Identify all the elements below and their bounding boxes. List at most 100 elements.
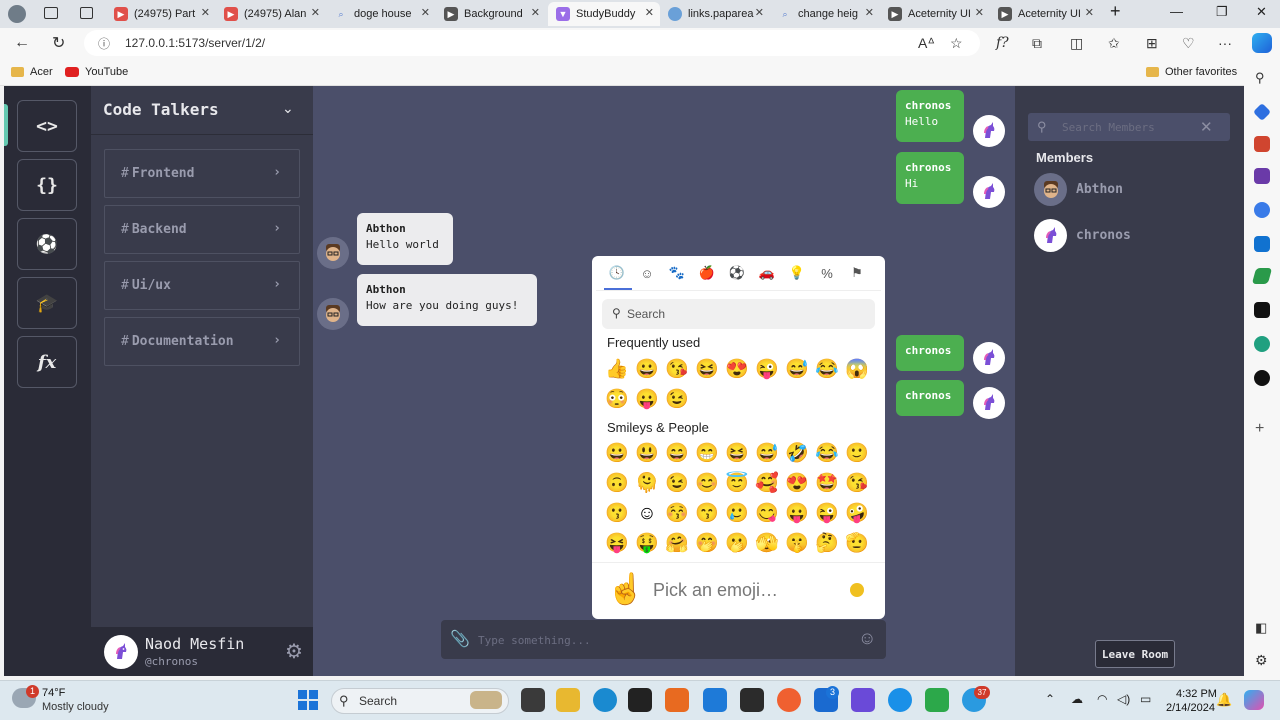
travel-category-icon[interactable]: 🚗	[758, 264, 776, 282]
emoji-button[interactable]: 😆	[725, 442, 749, 466]
emoji-button[interactable]: 😂	[815, 358, 839, 382]
collections-icon[interactable]: ⊞	[1146, 35, 1158, 52]
emoji-button[interactable]: ☺	[635, 502, 659, 526]
favorite-star-icon[interactable]: ☆	[950, 35, 963, 52]
back-icon[interactable]: ←	[14, 34, 30, 52]
channel-uiux[interactable]: # Ui/ux ›	[104, 261, 300, 310]
emoji-button[interactable]: 😛	[785, 502, 809, 526]
emoji-button[interactable]: 🙃	[605, 472, 629, 496]
browser-tab[interactable]: ▶ Aceternity UI ✕	[880, 2, 990, 26]
emoji-button[interactable]: 🤩	[815, 472, 839, 496]
close-icon[interactable]: ✕	[201, 6, 210, 19]
emoji-button[interactable]: 😁	[695, 442, 719, 466]
emoji-button[interactable]: 😝	[605, 532, 629, 556]
emoji-search-input[interactable]	[627, 306, 827, 322]
postman-icon[interactable]	[777, 688, 801, 712]
minimize-icon[interactable]: —	[1170, 4, 1183, 19]
emoji-button[interactable]: 😳	[605, 388, 629, 412]
refresh-icon[interactable]: ↻	[52, 33, 65, 53]
app-icon[interactable]	[1254, 302, 1270, 318]
close-icon[interactable]: ✕	[1085, 6, 1094, 19]
volume-icon[interactable]: ◁)	[1117, 692, 1130, 706]
emoji-button[interactable]: 😆	[695, 358, 719, 382]
chevron-up-icon[interactable]: ⌃	[1045, 692, 1055, 706]
emoji-toggle-icon[interactable]: ☺	[858, 628, 876, 649]
emoji-button[interactable]: 😄	[665, 442, 689, 466]
chevron-down-icon[interactable]: ⌄	[282, 100, 294, 117]
emoji-button[interactable]: 😃	[635, 442, 659, 466]
emoji-button[interactable]: 😊	[695, 472, 719, 496]
channel-documentation[interactable]: # Documentation ›	[104, 317, 300, 366]
clock-date[interactable]: 2/14/2024	[1166, 702, 1215, 714]
emoji-button[interactable]: 😙	[695, 502, 719, 526]
emoji-button[interactable]: 🤣	[785, 442, 809, 466]
split-screen-icon[interactable]: ◫	[1070, 35, 1083, 52]
emoji-button[interactable]: 😗	[605, 502, 629, 526]
sticky-notes-icon[interactable]	[628, 688, 652, 712]
paperclip-icon[interactable]: 📎	[450, 629, 470, 649]
wifi-icon[interactable]: ◠	[1097, 692, 1107, 706]
more-menu-icon[interactable]: ···	[1218, 35, 1232, 51]
emoji-button[interactable]: 🙂	[845, 442, 869, 466]
vscode-icon[interactable]	[703, 688, 727, 712]
member-item[interactable]: chronos	[1034, 219, 1131, 252]
windows-start-icon[interactable]	[298, 690, 318, 710]
animal-category-icon[interactable]: 🐾	[668, 264, 686, 282]
emoji-button[interactable]: 😚	[665, 502, 689, 526]
message-input[interactable]	[478, 633, 838, 647]
tab-actions-icon[interactable]	[80, 7, 93, 19]
browser-tab[interactable]: ⌕ change heig ✕	[770, 2, 880, 26]
symbols-category-icon[interactable]: %	[818, 264, 836, 282]
clock-time[interactable]: 4:32 PM	[1176, 688, 1217, 700]
member-item[interactable]: Abthon	[1034, 173, 1123, 206]
smiley-category-icon[interactable]: ☺	[638, 264, 656, 282]
emoji-button[interactable]: 🤔	[815, 532, 839, 556]
bell-icon[interactable]: 🔔	[1216, 692, 1232, 708]
search-icon[interactable]: ⚲	[1255, 70, 1265, 86]
emoji-button[interactable]: 🥰	[755, 472, 779, 496]
emoji-button[interactable]: 🤗	[665, 532, 689, 556]
edge-icon[interactable]	[593, 688, 617, 712]
add-icon[interactable]: +	[1255, 420, 1264, 438]
close-window-icon[interactable]: ✕	[1256, 4, 1267, 20]
browser-tab[interactable]: links.paparea ✕	[660, 2, 770, 26]
sidebar-toggle-icon[interactable]: ◧	[1255, 620, 1267, 636]
server-button-braces[interactable]: {}	[17, 159, 77, 211]
emoji-button[interactable]: 🫣	[755, 532, 779, 556]
server-title[interactable]: Code Talkers	[103, 100, 219, 119]
browser-essentials-icon[interactable]: ♡	[1182, 35, 1195, 52]
close-icon[interactable]: ✕	[421, 6, 430, 19]
server-button-education[interactable]: 🎓	[17, 277, 77, 329]
weather-description[interactable]: Mostly cloudy	[42, 701, 109, 713]
node-icon[interactable]	[925, 688, 949, 712]
emoji-button[interactable]: 🤪	[845, 502, 869, 526]
food-category-icon[interactable]: 🍎	[698, 264, 716, 282]
browser-tab-active[interactable]: ▼ StudyBuddy ✕	[548, 2, 660, 26]
copilot-sidebar-icon[interactable]	[1254, 202, 1270, 218]
close-icon[interactable]: ✕	[645, 6, 654, 19]
emoji-button[interactable]: 😅	[755, 442, 779, 466]
emoji-button[interactable]: 😜	[815, 502, 839, 526]
terminal-icon[interactable]	[740, 688, 764, 712]
emoji-button[interactable]: 😉	[665, 472, 689, 496]
gear-icon[interactable]: ⚙	[285, 639, 303, 664]
server-button-sports[interactable]: ⚽	[17, 218, 77, 270]
member-search-input[interactable]	[1062, 120, 1192, 134]
notion-icon[interactable]	[1254, 370, 1270, 386]
emoji-button[interactable]: 😋	[755, 502, 779, 526]
weather-temperature[interactable]: 74°F	[42, 687, 65, 699]
objects-category-icon[interactable]: 💡	[788, 264, 806, 282]
recent-clock-icon[interactable]: 🕓	[608, 264, 626, 282]
new-tab-icon[interactable]: +	[1110, 1, 1121, 22]
other-favorites[interactable]: Other favorites	[1146, 66, 1237, 78]
emoji-button[interactable]: 🫠	[635, 472, 659, 496]
browser-tab[interactable]: ▶ Background ✕	[436, 2, 546, 26]
read-aloud-icon[interactable]: Aᐞ	[918, 35, 935, 52]
battery-icon[interactable]: ▭	[1140, 692, 1151, 706]
server-button-code[interactable]: <>	[17, 100, 77, 152]
emoji-button[interactable]: 😘	[665, 358, 689, 382]
browser-tab[interactable]: ▶ (24975) Part ✕	[106, 2, 216, 26]
browser-tab[interactable]: ▶ Aceternity UI ✕	[990, 2, 1100, 26]
emoji-button[interactable]: 🤑	[635, 532, 659, 556]
emoji-button[interactable]: 😉	[665, 388, 689, 412]
